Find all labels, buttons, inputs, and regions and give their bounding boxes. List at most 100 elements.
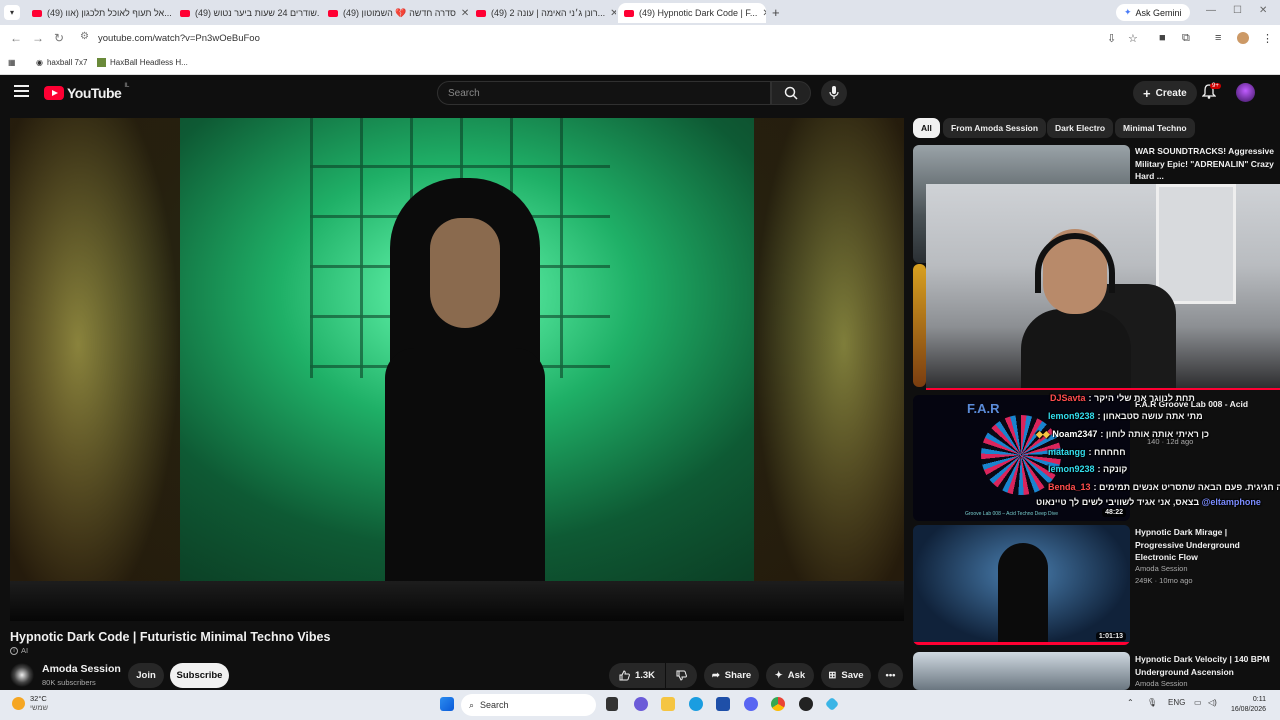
youtube-favicon-icon: [180, 9, 190, 17]
profile-avatar-icon[interactable]: [1237, 32, 1249, 44]
url-field[interactable]: youtube.com/watch?v=Pn3wOeBuFoo: [98, 33, 260, 44]
ask-button[interactable]: ✦ Ask: [766, 663, 814, 688]
bookmark-haxball-headless[interactable]: HaxBall Headless H...: [97, 58, 188, 67]
close-tab-icon[interactable]: ✕: [762, 8, 766, 19]
sparkle-icon: ✦: [774, 670, 783, 681]
recommendation-title[interactable]: WAR SOUNDTRACKS! Aggressive Military Epi…: [1135, 145, 1275, 183]
browser-tab-active[interactable]: (49) Hypnotic Dark Code | F... ✕: [618, 3, 766, 23]
menu-icon[interactable]: [14, 85, 29, 100]
extension-icon[interactable]: ■: [1159, 32, 1166, 44]
taskbar-search[interactable]: ⌕ Search: [461, 694, 596, 716]
dislike-button[interactable]: [666, 663, 697, 688]
widgets-icon[interactable]: [634, 697, 648, 711]
file-explorer-icon[interactable]: [661, 697, 675, 711]
edge-icon[interactable]: [689, 697, 703, 711]
webcam-background-door: [1156, 184, 1236, 304]
chip-minimal-techno[interactable]: Minimal Techno: [1115, 118, 1195, 138]
tab-search-button[interactable]: ▾: [4, 5, 20, 20]
weather-widget[interactable]: 32°C שמשי: [12, 694, 48, 712]
browser-tab[interactable]: (49) רונן ג׳ני האימה | עונה 2... ✕: [470, 3, 616, 23]
minimize-icon[interactable]: —: [1206, 5, 1216, 16]
address-bar-row: ← → ↻ ⚙ youtube.com/watch?v=Pn3wOeBuFoo …: [0, 25, 1280, 53]
reload-icon[interactable]: ↻: [54, 31, 64, 45]
browser-tab[interactable]: (49) אל תעוף לאוכל תלכגון (אוו... ✕: [26, 3, 172, 23]
obs-icon[interactable]: [799, 697, 813, 711]
chip-from-channel[interactable]: From Amoda Session: [943, 118, 1047, 138]
like-icon: [619, 670, 630, 681]
install-app-icon[interactable]: ⇩: [1107, 32, 1116, 45]
recommendation-title[interactable]: Hypnotic Dark Velocity | 140 BPM Undergr…: [1135, 653, 1275, 678]
system-clock[interactable]: 0:11 16/08/2026: [1226, 695, 1266, 715]
gemini-sparkle-icon: ✦: [1124, 7, 1132, 17]
chip-label: From Amoda Session: [951, 123, 1039, 133]
close-tab-icon[interactable]: ✕: [610, 8, 616, 19]
search-button[interactable]: [771, 81, 811, 105]
channel-name[interactable]: Amoda Session: [42, 663, 121, 675]
subscribe-button[interactable]: Subscribe: [170, 663, 229, 688]
site-info-icon[interactable]: ⚙: [80, 31, 89, 42]
create-button[interactable]: + Create: [1133, 81, 1197, 105]
tab-label: (49) סדרה חדשה 💔 השמוטון: [343, 7, 456, 18]
close-tab-icon[interactable]: ✕: [461, 8, 468, 19]
search-input[interactable]: Search: [437, 81, 771, 105]
recommendation-thumbnail[interactable]: [913, 264, 926, 387]
video-frame-dj-figure: [370, 178, 560, 621]
close-window-icon[interactable]: ✕: [1259, 5, 1267, 16]
mic-icon: [829, 86, 839, 99]
input-language[interactable]: ENG: [1168, 698, 1185, 707]
more-actions-button[interactable]: •••: [878, 663, 903, 688]
forward-icon[interactable]: →: [32, 31, 44, 45]
recommendation-channel[interactable]: Amoda Session: [1135, 678, 1188, 690]
extensions-puzzle-icon[interactable]: ⧉: [1182, 32, 1190, 45]
bookmark-star-icon[interactable]: ☆: [1128, 32, 1138, 45]
share-button[interactable]: ➦ Share: [704, 663, 759, 688]
join-button[interactable]: Join: [128, 663, 164, 688]
app-diamond-icon[interactable]: [824, 696, 840, 712]
chip-dark-electro[interactable]: Dark Electro: [1047, 118, 1114, 138]
haxball-favicon-icon: [97, 58, 106, 67]
account-avatar[interactable]: [1236, 83, 1255, 102]
youtube-logo[interactable]: YouTube IL: [44, 83, 129, 101]
recommendation-thumbnail[interactable]: 1:01:13: [913, 525, 1130, 645]
chrome-menu-icon[interactable]: ⋮: [1262, 32, 1273, 45]
search-placeholder: Search: [448, 87, 480, 99]
sun-icon: [12, 696, 25, 710]
network-icon[interactable]: ▭: [1194, 698, 1202, 707]
back-icon[interactable]: ←: [10, 31, 22, 45]
chip-label: Minimal Techno: [1123, 123, 1187, 133]
subscriber-count: 80K subscribers: [42, 678, 96, 687]
share-label: Share: [724, 670, 752, 681]
subscribe-label: Subscribe: [176, 670, 223, 681]
channel-avatar[interactable]: [10, 663, 34, 687]
duration-badge: 1:01:13: [1095, 632, 1126, 641]
tab-groups-icon[interactable]: ≡: [1215, 32, 1221, 44]
youtube-play-logo-icon: [44, 86, 64, 100]
chat-text: מתי אתה עושה סטבאחון: [1103, 411, 1203, 421]
chat-username: Benda_13: [1048, 482, 1091, 492]
maximize-icon[interactable]: ☐: [1233, 5, 1242, 16]
browser-tab[interactable]: (49) סדרה חדשה 💔 השמוטון ✕: [322, 3, 468, 23]
bookmark-haxball[interactable]: ◉ haxball 7x7: [36, 58, 87, 67]
store-icon[interactable]: [716, 697, 730, 711]
chip-all[interactable]: All: [913, 118, 940, 138]
chrome-icon[interactable]: [771, 697, 785, 711]
recommendation-title[interactable]: Hypnotic Dark Mirage | Progressive Under…: [1135, 526, 1275, 564]
apps-grid-icon[interactable]: ▦: [8, 58, 16, 67]
voice-search-button[interactable]: [821, 80, 847, 106]
youtube-header: YouTube IL Search + Create 9+: [0, 75, 1280, 113]
like-button[interactable]: 1.3K: [609, 663, 665, 688]
recommendation-channel[interactable]: Amoda Session: [1135, 563, 1188, 575]
mic-tray-icon[interactable]: 🎙: [1147, 698, 1157, 707]
recommendation-thumbnail[interactable]: [913, 652, 1130, 690]
discord-icon[interactable]: [744, 697, 758, 711]
tray-chevron-icon[interactable]: ⌃: [1127, 698, 1134, 707]
browser-tab[interactable]: (49) שודרים 24 שעות ביער נטוש... ✕: [174, 3, 320, 23]
task-view-icon[interactable]: [606, 697, 618, 711]
windows-start-icon[interactable]: [440, 697, 454, 711]
ask-gemini-button[interactable]: ✦ Ask Gemini: [1116, 4, 1190, 21]
new-tab-icon[interactable]: +: [772, 5, 780, 20]
save-button[interactable]: ⊞ Save: [821, 663, 871, 688]
chat-message: lemon9238: קונקה: [1048, 464, 1128, 474]
video-player[interactable]: [10, 118, 904, 621]
volume-icon[interactable]: ◁): [1208, 698, 1217, 707]
